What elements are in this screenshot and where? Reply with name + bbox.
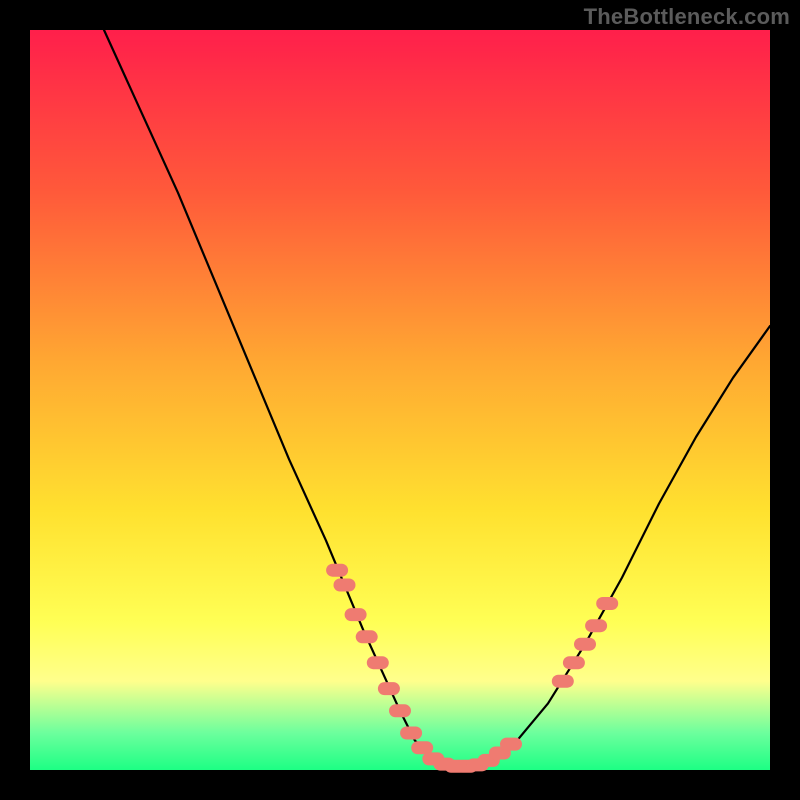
data-marker xyxy=(596,597,618,610)
data-marker xyxy=(400,727,422,740)
data-marker xyxy=(326,564,348,577)
chart-frame: TheBottleneck.com xyxy=(0,0,800,800)
data-marker xyxy=(378,682,400,695)
data-marker xyxy=(389,704,411,717)
data-marker xyxy=(563,656,585,669)
watermark-label: TheBottleneck.com xyxy=(584,4,790,30)
data-marker xyxy=(411,741,433,754)
data-marker xyxy=(345,608,367,621)
plot-area xyxy=(30,30,770,770)
data-marker xyxy=(585,619,607,632)
data-marker xyxy=(500,738,522,751)
data-marker xyxy=(356,630,378,643)
curve-svg xyxy=(30,30,770,770)
data-marker xyxy=(574,638,596,651)
marker-group xyxy=(326,564,618,773)
bottleneck-curve xyxy=(104,30,770,766)
data-marker xyxy=(552,675,574,688)
data-marker xyxy=(367,656,389,669)
data-marker xyxy=(334,579,356,592)
